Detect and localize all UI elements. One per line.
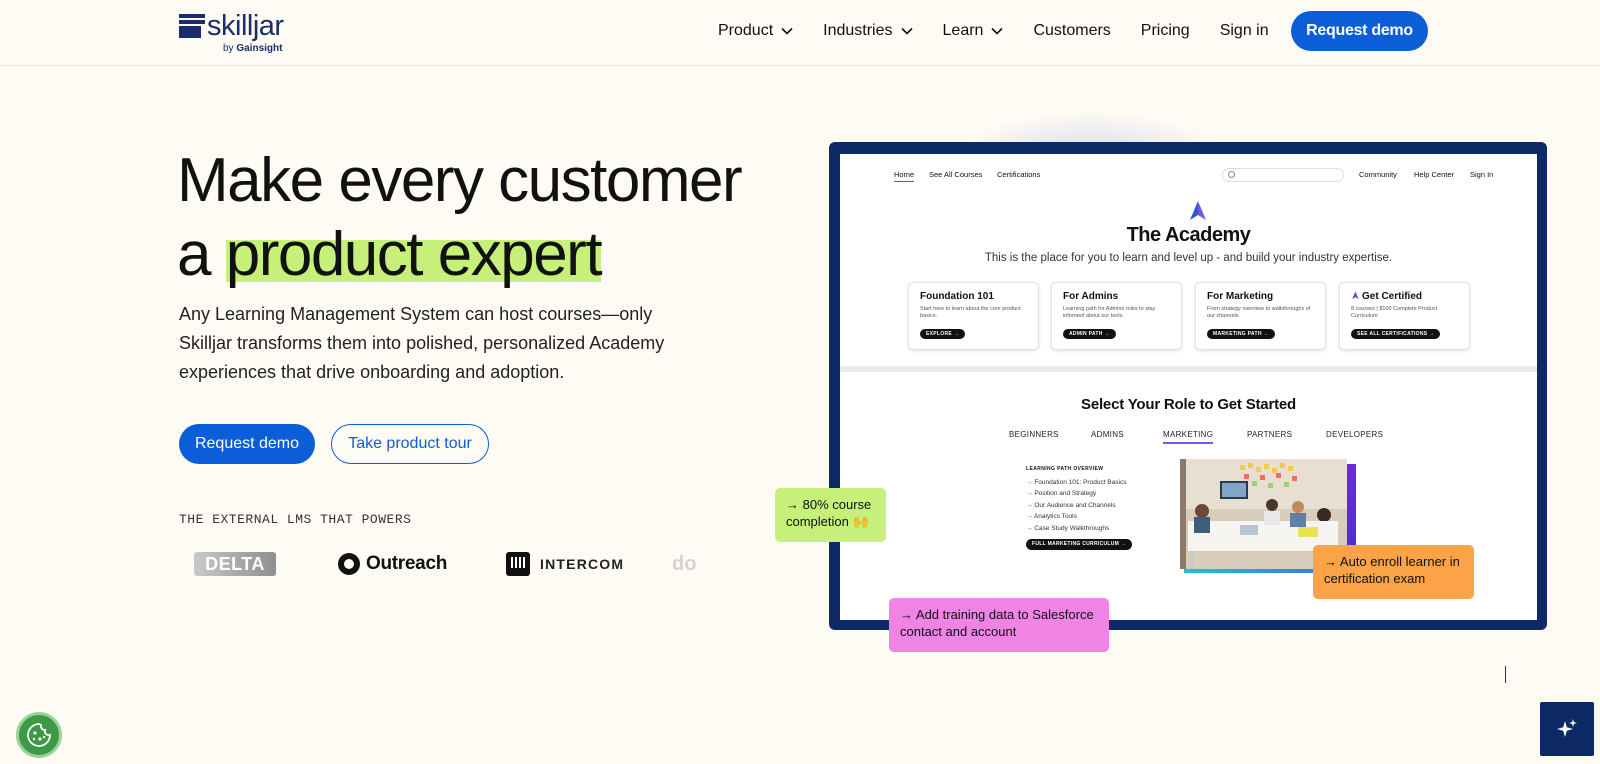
logo-wordmark: skilljar	[207, 10, 284, 42]
outreach-mark-icon	[338, 553, 360, 575]
academy-logo-icon	[1352, 291, 1359, 300]
sparkle-icon	[1557, 719, 1577, 737]
course-card: For Admins Learning path for Admins role…	[1051, 282, 1182, 350]
cookie-icon	[27, 723, 51, 747]
nav-item-product[interactable]: Product	[718, 22, 793, 40]
nav-item-customers[interactable]: Customers	[1033, 22, 1110, 40]
course-card-title: Get Certified	[1351, 291, 1458, 302]
logo-byline: by Gainsight	[223, 43, 283, 54]
learning-path-item: Our Audience and Channels	[1026, 500, 1132, 512]
course-card-desc: From strategy overview to walkthroughs o…	[1207, 306, 1311, 319]
course-card-desc: 8 courses | $100 Complete Product Curric…	[1351, 306, 1438, 319]
chevron-down-icon	[781, 27, 793, 35]
partial-logo: do	[672, 552, 697, 575]
mockup-nav-help: Help Center	[1414, 170, 1455, 179]
main-nav: Product Industries Learn Customers Prici…	[718, 20, 1299, 42]
hero-lede: Any Learning Management System can host …	[179, 304, 665, 382]
nav-item-learn[interactable]: Learn	[943, 22, 1004, 40]
take-product-tour-button[interactable]: Take product tour	[331, 424, 489, 464]
role-tab-developers: DEVELOPERS	[1326, 430, 1384, 439]
mockup-nav-signin: Sign In	[1470, 170, 1494, 179]
cookie-settings-button[interactable]	[16, 712, 62, 758]
mockup-nav-courses: See All Courses	[929, 170, 983, 179]
course-card-title: Foundation 101	[920, 291, 994, 302]
role-heading: Select Your Role to Get Started	[1081, 396, 1296, 413]
learning-path-overview: LEARNING PATH OVERVIEW Foundation 101: P…	[1026, 464, 1133, 550]
course-card-desc: Learning path for Admins roles to stay i…	[1063, 306, 1156, 319]
nav-label: Sign in	[1219, 22, 1269, 39]
salesforce-callout: → Add training data to Salesforce contac…	[889, 598, 1109, 652]
chevron-down-icon	[991, 27, 1004, 35]
mockup-nav-community: Community	[1359, 170, 1397, 179]
learning-path-item: Foundation 101: Product Basics	[1026, 477, 1132, 489]
course-card-button: EXPLORE →	[920, 329, 965, 339]
hero-title-prefix: a	[177, 220, 226, 289]
nav-label: Product	[718, 22, 774, 39]
hero-title-highlight: product expert	[225, 218, 603, 292]
role-tab-marketing: MARKETING	[1163, 430, 1214, 444]
hero-title-line1: Make every customer	[177, 146, 743, 215]
ai-assistant-button[interactable]	[1540, 702, 1594, 756]
delta-logo: DELTA	[194, 552, 276, 576]
nav-label: Learn	[942, 22, 984, 39]
course-card-button: ADMIN PATH →	[1063, 329, 1116, 339]
nav-item-sign-in[interactable]: Sign in	[1220, 22, 1269, 40]
course-card: Foundation 101 Start here to learn about…	[908, 282, 1039, 350]
academy-title: The Academy	[1126, 224, 1251, 246]
learning-path-item: Position and Strategy	[1026, 488, 1132, 500]
course-card-desc: Start here to learn about the core produ…	[920, 306, 1021, 319]
site-header: skilljar by Gainsight Product Industries…	[0, 0, 1600, 66]
course-card: For Marketing From strategy overview to …	[1195, 282, 1326, 350]
mockup-nav-home: Home	[894, 170, 915, 182]
academy-cards: Foundation 101 Start here to learn about…	[908, 282, 1470, 350]
course-completion-callout: → 80% course completion 🙌	[775, 488, 886, 542]
course-card: Get Certified 8 courses | $100 Complete …	[1339, 282, 1470, 350]
nav-label: Industries	[823, 22, 893, 39]
nav-label: Customers	[1033, 22, 1111, 39]
role-tabs: BEGINNERS ADMINS MARKETING PARTNERS DEVE…	[840, 430, 1537, 444]
course-card-title: For Admins	[1063, 291, 1119, 302]
role-tab-partners: PARTNERS	[1247, 430, 1293, 439]
customer-logos-label: THE EXTERNAL LMS THAT POWERS	[179, 512, 412, 527]
header-request-demo-button[interactable]: Request demo	[1291, 11, 1428, 51]
mockup-search-input	[1222, 168, 1344, 182]
intercom-logo: INTERCOM	[506, 548, 624, 580]
chevron-down-icon	[900, 27, 913, 35]
hero-request-demo-button[interactable]: Request demo	[179, 424, 315, 464]
nav-item-industries[interactable]: Industries	[823, 22, 913, 40]
outreach-logo: Outreach	[338, 548, 447, 580]
academy-subtitle: This is the place for you to learn and l…	[984, 252, 1393, 264]
course-card-button: MARKETING PATH →	[1207, 329, 1275, 339]
hero-title: Make every customer a product expert	[177, 144, 743, 292]
nav-label: Pricing	[1140, 22, 1190, 39]
customer-logos-strip: DELTA Outreach INTERCOM do	[190, 548, 720, 580]
skilljar-logo[interactable]: skilljar by Gainsight	[179, 10, 299, 58]
course-card-title: For Marketing	[1207, 291, 1274, 302]
auto-enroll-callout: → Auto enroll learner in certification e…	[1313, 545, 1474, 599]
mockup-nav-certifications: Certifications	[997, 170, 1041, 179]
learning-path-heading: LEARNING PATH OVERVIEW	[1026, 466, 1104, 472]
learning-path-item: Analytics Tools	[1026, 511, 1132, 523]
academy-logo-icon	[1190, 201, 1206, 220]
full-curriculum-button: FULL MARKETING CURRICULUM →	[1026, 538, 1133, 550]
role-tab-beginners: BEGINNERS	[1009, 430, 1059, 439]
text-caret	[1505, 666, 1506, 683]
role-tab-admins: ADMINS	[1091, 430, 1124, 439]
nav-item-pricing[interactable]: Pricing	[1141, 22, 1190, 40]
course-card-button: SEE ALL CERTIFICATIONS →	[1351, 329, 1441, 339]
intercom-mark-icon	[506, 552, 530, 576]
mockup-nav: Home See All Courses Certifications Comm…	[840, 168, 1537, 184]
learning-path-item: Case Study Walkthroughs	[1026, 523, 1132, 535]
skilljar-logo-mark-icon	[179, 14, 205, 38]
mockup-divider	[840, 366, 1537, 372]
